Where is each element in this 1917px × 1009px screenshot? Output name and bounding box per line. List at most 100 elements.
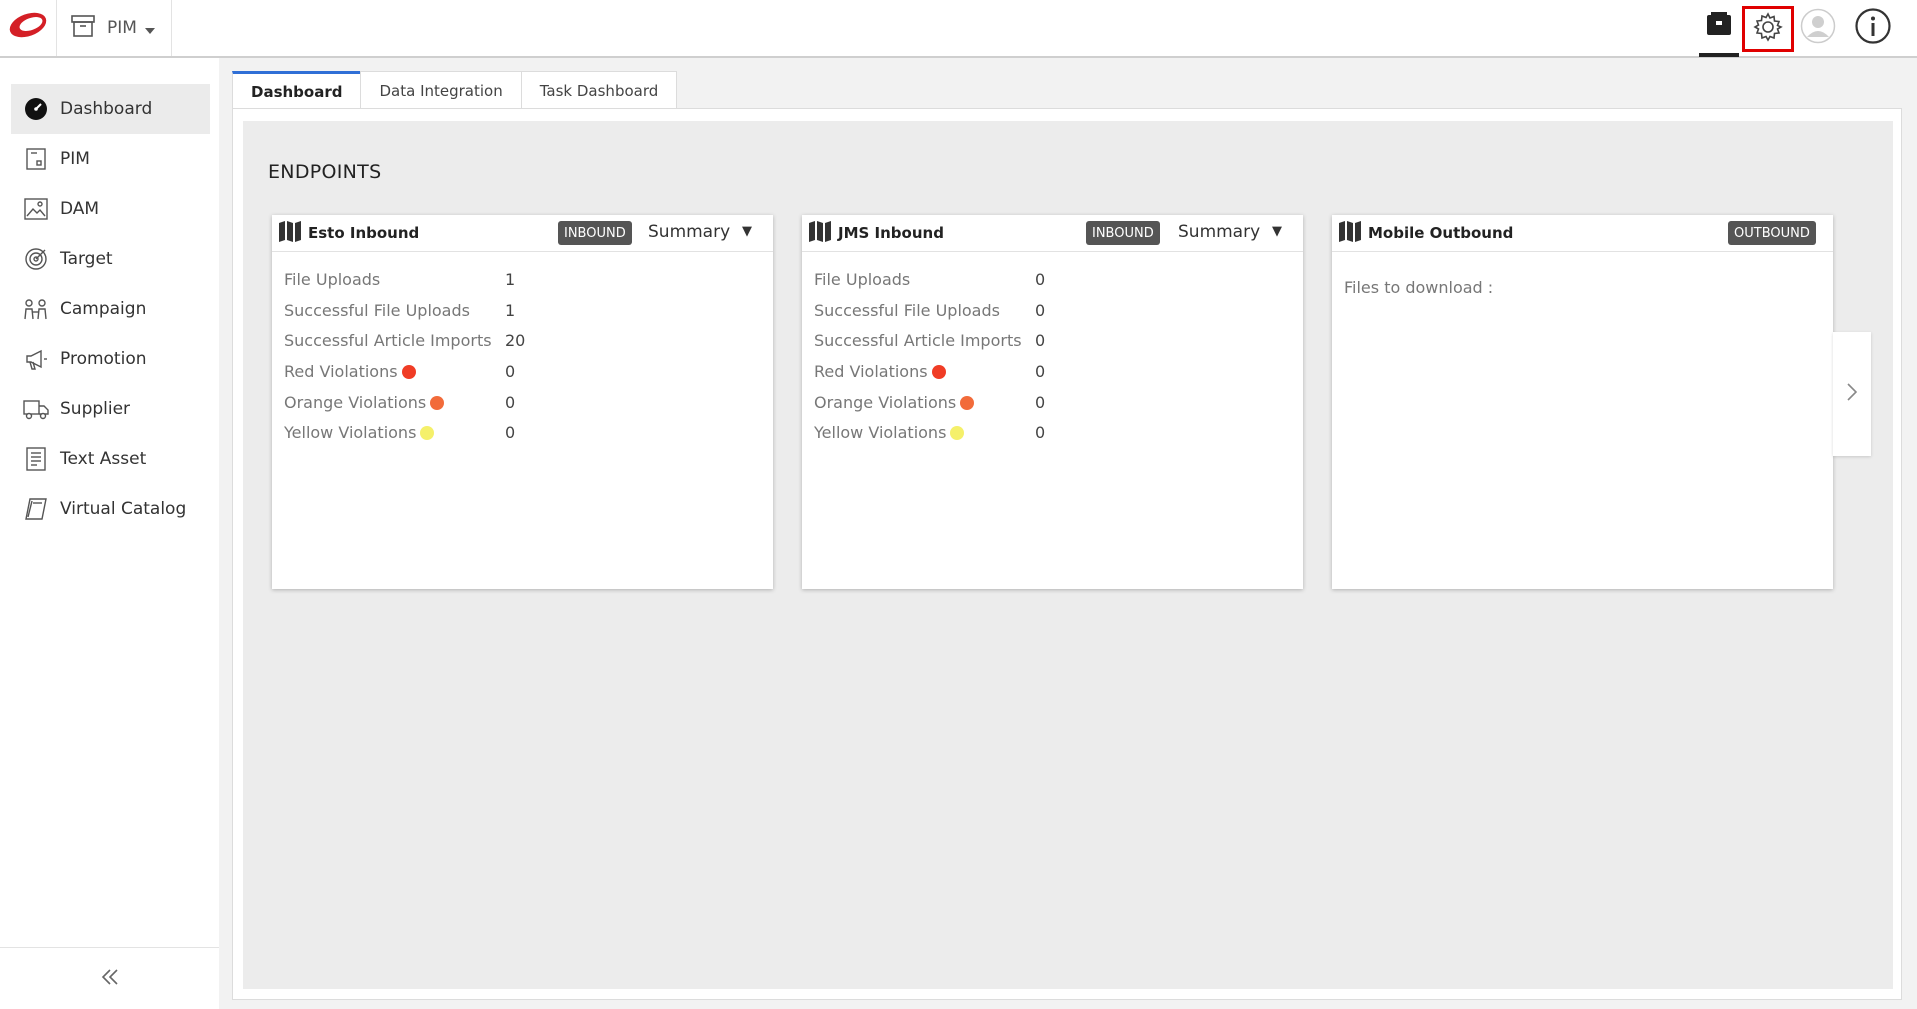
caret-down-icon[interactable]: ▼ xyxy=(742,224,752,239)
sidebar-item-dashboard[interactable]: Dashboard xyxy=(11,84,210,134)
map-icon xyxy=(808,220,832,246)
stat-label: Orange Violations xyxy=(284,393,427,412)
chevron-right-icon xyxy=(1847,383,1858,405)
card-header: Esto Inbound INBOUND Summary ▼ xyxy=(272,215,773,252)
user-button[interactable] xyxy=(1798,8,1838,48)
sidebar: Dashboard PIM DAM Target Campaign Promot… xyxy=(0,58,219,1009)
direction-badge: OUTBOUND xyxy=(1728,221,1816,245)
direction-badge: INBOUND xyxy=(558,221,632,245)
sidebar-item-dam[interactable]: DAM xyxy=(11,184,210,234)
stat-label: Red Violations xyxy=(284,362,398,381)
target-icon xyxy=(23,246,49,272)
stat-value: 0 xyxy=(505,393,516,412)
logo-icon xyxy=(9,12,47,38)
sidebar-item-virtual-catalog[interactable]: Virtual Catalog xyxy=(11,484,210,534)
card-title: JMS Inbound xyxy=(838,224,944,242)
stat-value: 0 xyxy=(1035,331,1046,350)
red-dot-icon xyxy=(401,364,416,379)
stat-label: File Uploads xyxy=(814,270,911,289)
stat-value: 0 xyxy=(1035,301,1046,320)
truck-icon xyxy=(23,396,49,422)
stat-label: Yellow Violations xyxy=(814,423,947,442)
sidebar-item-label: DAM xyxy=(60,199,100,219)
stat-row-orange: Orange Violations xyxy=(284,393,445,412)
chevron-down-icon xyxy=(144,19,155,38)
document-icon xyxy=(23,446,49,472)
box-icon xyxy=(1705,10,1733,42)
tab-dashboard[interactable]: Dashboard xyxy=(232,71,362,109)
endpoint-card-esto-inbound: Esto Inbound INBOUND Summary ▼ File Uplo… xyxy=(272,215,773,589)
summary-dropdown[interactable]: Summary xyxy=(648,222,730,242)
next-page-button[interactable] xyxy=(1833,332,1871,456)
sidebar-item-label: Supplier xyxy=(60,399,131,419)
sidebar-item-text-asset[interactable]: Text Asset xyxy=(11,434,210,484)
tab-task-dashboard[interactable]: Task Dashboard xyxy=(520,71,678,109)
main-panel: ENDPOINTS Esto Inbound INBOUND Summary ▼… xyxy=(232,108,1902,1000)
stat-value: 0 xyxy=(1035,270,1046,289)
sidebar-item-label: Virtual Catalog xyxy=(60,499,187,519)
info-icon xyxy=(1855,8,1891,48)
gear-icon xyxy=(1752,11,1784,47)
caret-down-icon[interactable]: ▼ xyxy=(1272,224,1282,239)
dashboard-content: ENDPOINTS Esto Inbound INBOUND Summary ▼… xyxy=(243,121,1893,989)
top-bar: PIM xyxy=(0,0,1917,58)
card-title: Mobile Outbound xyxy=(1368,224,1514,242)
module-switcher[interactable]: PIM xyxy=(57,0,172,56)
sidebar-item-label: Dashboard xyxy=(60,99,153,119)
stat-value: 0 xyxy=(505,423,516,442)
sidebar-item-campaign[interactable]: Campaign xyxy=(11,284,210,334)
module-label: PIM xyxy=(107,18,137,38)
endpoint-card-jms-inbound: JMS Inbound INBOUND Summary ▼ File Uploa… xyxy=(802,215,1303,589)
info-button[interactable] xyxy=(1853,8,1893,48)
stat-value: 1 xyxy=(505,301,516,320)
stat-value: 0 xyxy=(1035,393,1046,412)
stat-row-yellow: Yellow Violations xyxy=(814,423,965,442)
image-icon xyxy=(23,196,49,222)
pim-icon xyxy=(23,146,49,172)
dashboard-icon xyxy=(23,96,49,122)
stat-row-red: Red Violations xyxy=(284,362,416,381)
stat-value: 20 xyxy=(505,331,526,350)
yellow-dot-icon xyxy=(950,425,965,440)
tab-data-integration[interactable]: Data Integration xyxy=(360,71,522,109)
sidebar-item-pim[interactable]: PIM xyxy=(11,134,210,184)
avatar-icon xyxy=(1800,8,1836,48)
orange-dot-icon xyxy=(960,395,975,410)
megaphone-icon xyxy=(23,346,49,372)
stat-label: Successful Article Imports xyxy=(814,331,1022,350)
settings-button[interactable] xyxy=(1742,6,1794,52)
sidebar-item-label: Promotion xyxy=(60,349,147,369)
card-header: Mobile Outbound OUTBOUND xyxy=(1332,215,1833,252)
stat-label: Successful File Uploads xyxy=(284,301,470,320)
stat-label: Red Violations xyxy=(814,362,928,381)
campaign-icon xyxy=(23,296,49,322)
collapse-sidebar-button[interactable] xyxy=(0,947,219,1009)
orange-dot-icon xyxy=(430,395,445,410)
stat-value: 1 xyxy=(505,270,516,289)
map-icon xyxy=(278,220,302,246)
stat-label: Orange Violations xyxy=(814,393,957,412)
tasks-button[interactable] xyxy=(1699,8,1739,57)
card-header: JMS Inbound INBOUND Summary ▼ xyxy=(802,215,1303,252)
stat-row-yellow: Yellow Violations xyxy=(284,423,435,442)
sidebar-item-label: Campaign xyxy=(60,299,147,319)
endpoint-card-mobile-outbound: Mobile Outbound OUTBOUND Files to downlo… xyxy=(1332,215,1833,589)
sidebar-item-target[interactable]: Target xyxy=(11,234,210,284)
sidebar-item-supplier[interactable]: Supplier xyxy=(11,384,210,434)
sidebar-item-label: PIM xyxy=(60,149,90,169)
app-logo[interactable] xyxy=(0,0,57,56)
stat-row-orange: Orange Violations xyxy=(814,393,975,412)
stat-label: File Uploads xyxy=(284,270,381,289)
card-title: Esto Inbound xyxy=(308,224,420,242)
module-box-icon xyxy=(71,15,95,41)
sidebar-item-label: Text Asset xyxy=(60,449,147,469)
sidebar-item-promotion[interactable]: Promotion xyxy=(11,334,210,384)
stat-value: 0 xyxy=(505,362,516,381)
summary-dropdown[interactable]: Summary xyxy=(1178,222,1260,242)
map-icon xyxy=(1338,220,1362,246)
tab-bar: Dashboard Data Integration Task Dashboar… xyxy=(232,71,678,109)
stat-row-red: Red Violations xyxy=(814,362,946,381)
sidebar-item-label: Target xyxy=(60,249,113,269)
stat-value: 0 xyxy=(1035,362,1046,381)
stat-label: Successful Article Imports xyxy=(284,331,492,350)
